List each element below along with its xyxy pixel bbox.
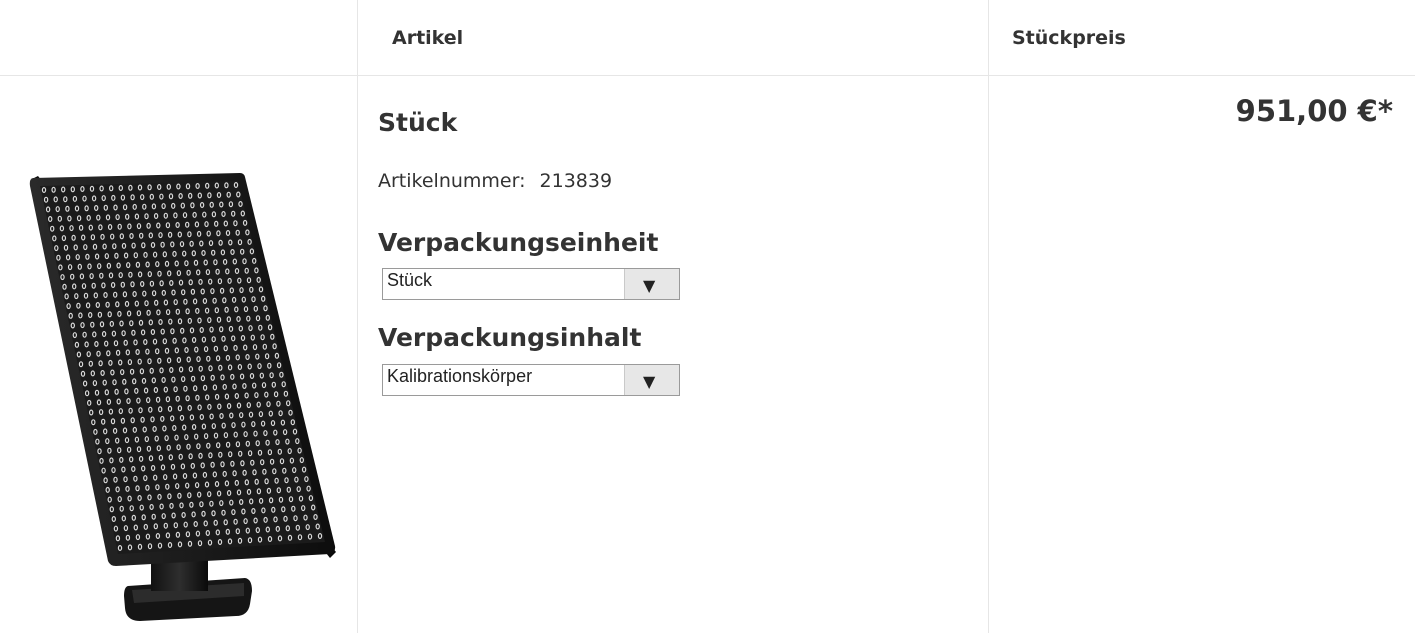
product-table: Artikel Stückpreis Stück Artikelnummer: … bbox=[0, 0, 1415, 633]
calibration-board-image bbox=[29, 173, 336, 621]
product-title[interactable]: Stück bbox=[378, 108, 457, 137]
unit-price: 951,00 €* bbox=[1235, 94, 1393, 128]
dropdown-button[interactable]: ▼ bbox=[624, 269, 679, 299]
packaging-content-label: Verpackungsinhalt bbox=[378, 323, 642, 352]
packaging-unit-label: Verpackungseinheit bbox=[378, 228, 659, 257]
product-image[interactable] bbox=[0, 76, 357, 633]
chevron-down-icon: ▼ bbox=[643, 372, 656, 391]
packaging-unit-select[interactable]: Stück ▼ bbox=[382, 268, 680, 300]
header-unit-price: Stückpreis bbox=[1012, 26, 1126, 49]
packaging-content-selected: Kalibrationskörper bbox=[387, 366, 533, 386]
packaging-unit-selected: Stück bbox=[387, 270, 433, 290]
column-divider bbox=[357, 0, 358, 633]
packaging-content-select[interactable]: Kalibrationskörper ▼ bbox=[382, 364, 680, 396]
article-number-label: Artikelnummer: bbox=[378, 170, 526, 192]
dropdown-button[interactable]: ▼ bbox=[624, 365, 679, 395]
article-number-value: 213839 bbox=[539, 170, 613, 192]
column-divider bbox=[988, 0, 989, 633]
header-article: Artikel bbox=[392, 26, 464, 49]
article-number-row: Artikelnummer: 213839 bbox=[378, 170, 612, 192]
chevron-down-icon: ▼ bbox=[643, 276, 656, 295]
